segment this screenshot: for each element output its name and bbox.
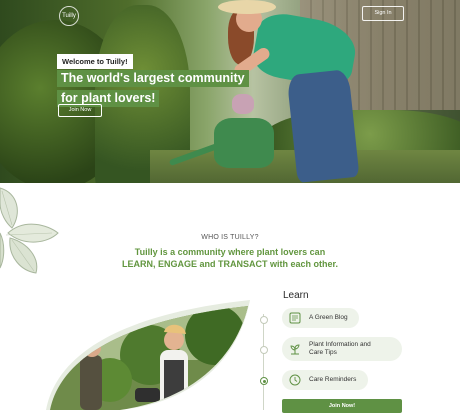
join-now-button[interactable]: Join Now! (282, 399, 402, 413)
plant-icon (290, 344, 300, 355)
learn-item-label: Plant Information and Care Tips (309, 341, 371, 357)
learn-item-plant-info[interactable]: Plant Information and Care Tips (282, 337, 402, 361)
learn-title: Learn (283, 290, 309, 301)
learn-item-green-blog[interactable]: A Green Blog (282, 308, 359, 328)
hero-headline-line1: The world's largest community (57, 70, 249, 87)
leaf-decoration-icon (0, 187, 59, 274)
watering-can (214, 118, 274, 168)
timeline-dot (260, 346, 268, 354)
about-heading: WHO IS TUILLY? (201, 234, 259, 241)
learn-item-label-line1: Plant Information and (309, 341, 371, 348)
hero-join-button[interactable]: Join Now (58, 104, 102, 117)
timeline-dot (260, 316, 268, 324)
learn-item-care-reminders[interactable]: Care Reminders (282, 370, 368, 390)
welcome-badge: Welcome to Tuilly! (57, 54, 133, 69)
sign-in-button[interactable]: Sign In (362, 6, 404, 21)
learn-item-label-line2: Care Tips (309, 349, 337, 356)
timeline-dot-active (260, 377, 268, 385)
about-tagline-line1: Tuilly is a community where plant lovers… (134, 247, 326, 257)
learn-item-label: Care Reminders (309, 376, 357, 383)
reminder-icon (289, 374, 301, 386)
learn-timeline (263, 314, 264, 410)
hero-woman-hat (218, 0, 276, 14)
about-tagline-line2: LEARN, ENGAGE and TRANSACT with each oth… (121, 259, 339, 269)
hero-headline: The world's largest community for plant … (57, 69, 267, 109)
about-tagline: Tuilly is a community where plant lovers… (90, 246, 370, 270)
hero-woman-jeans (286, 69, 360, 183)
learn-photo (46, 300, 250, 410)
book-icon (289, 312, 301, 324)
learn-item-label: A Green Blog (309, 314, 348, 321)
brand-logo[interactable]: Tuilly (59, 6, 79, 26)
